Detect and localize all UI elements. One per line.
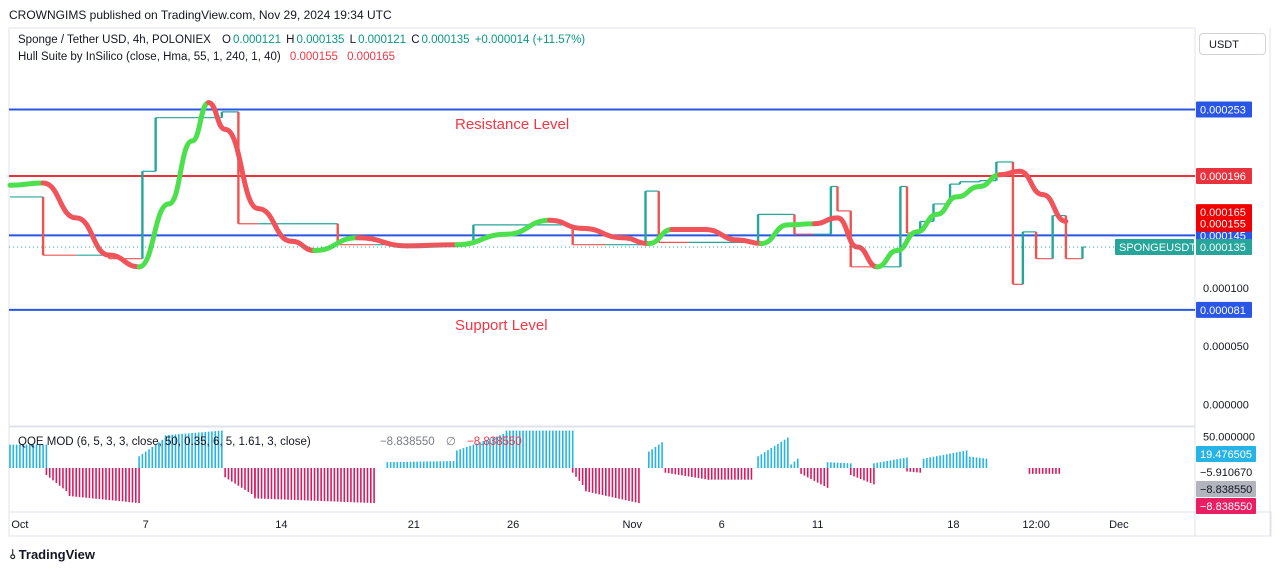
hull-segment <box>189 100 212 144</box>
time-tick: 26 <box>507 519 519 531</box>
chart-canvas[interactable]: 0.0002000.0001000.0000500.0000000.000253… <box>0 0 1281 573</box>
qqe-tick: 50.000000 <box>1203 431 1255 443</box>
qqe-legend[interactable]: QQE MOD (6, 5, 3, 3, close, 50, 0.35, 6,… <box>18 434 524 448</box>
price-label-resistance: 0.000253 <box>1196 101 1252 118</box>
qqe-value-badge-text: 19.476505 <box>1200 449 1252 461</box>
hull-segment <box>758 222 791 247</box>
tradingview-brand: TradingView <box>18 547 95 562</box>
qqe-value-1: −8.838550 <box>379 436 435 448</box>
tradingview-mark-icon: ⫰ <box>10 547 16 562</box>
chart-window: 0.0002000.0001000.0000500.0000000.000253… <box>0 0 1281 573</box>
price-label-red-level: 0.000196 <box>1196 167 1252 184</box>
hull-price-badge-text: 0.000155 <box>1200 219 1246 231</box>
hull-segment <box>222 126 261 212</box>
low-label: L <box>349 34 357 46</box>
hull-segment <box>934 194 960 217</box>
time-tick: 11 <box>812 519 823 531</box>
hull-segment <box>288 238 318 254</box>
qqe-value-badge-text: −8.838550 <box>1200 501 1252 513</box>
qqe-value-badge-text: −8.838550 <box>1200 484 1252 496</box>
low-value: 0.000121 <box>358 34 407 46</box>
hull-segment <box>646 227 675 247</box>
open-label: O <box>222 34 231 46</box>
open-value: 0.000121 <box>233 34 281 46</box>
hull-segment <box>854 244 880 270</box>
resistance-level-label: Resistance Level <box>455 116 570 133</box>
time-tick: 18 <box>947 519 959 531</box>
qqe-value-badge: 19.476505 <box>1196 446 1256 462</box>
hull-legend[interactable]: Hull Suite by InSilico (close, Hma, 55, … <box>18 51 397 63</box>
publish-info: CROWNGIMS published on TradingView.com, … <box>9 8 392 22</box>
last-price-label-text: 0.000135 <box>1200 242 1246 254</box>
currency-button[interactable]: USDT <box>1199 33 1266 55</box>
time-tick: Nov <box>622 519 642 531</box>
hull-value-1: 0.000155 <box>289 51 338 63</box>
hull-segment <box>1040 192 1069 224</box>
hull-segment <box>7 180 46 188</box>
symbol-tag-text: SPONGEUSDT <box>1119 242 1196 254</box>
hull-segment <box>1017 168 1046 198</box>
candles-layer <box>10 111 1087 285</box>
price-tick: 0.000050 <box>1203 341 1249 353</box>
high-value: 0.000135 <box>296 34 345 46</box>
price-tick: 0.000100 <box>1203 283 1249 295</box>
time-tick: 14 <box>275 519 287 531</box>
change-value: +0.000014 (+11.57%) <box>474 34 586 46</box>
close-label: C <box>411 34 420 46</box>
qqe-value-2: −8.838550 <box>467 436 522 448</box>
price-label-red-level-text: 0.000196 <box>1200 171 1246 183</box>
symbol-title: Sponge / Tether USD, 4h, POLONIEX <box>18 34 211 46</box>
last-price-label: 0.000135 <box>1196 239 1252 256</box>
close-value: 0.000135 <box>421 34 470 46</box>
time-tick: 21 <box>408 519 420 531</box>
price-tick: 0.000000 <box>1203 399 1249 411</box>
hull-segment <box>997 168 1023 178</box>
qqe-empty-symbol: ∅ <box>445 436 456 448</box>
symbol-tag: SPONGEUSDT <box>1115 239 1196 256</box>
qqe-value-badge-text: −5.910670 <box>1200 467 1252 479</box>
qqe-value-badge: −8.838550 <box>1196 498 1256 514</box>
time-tick: Dec <box>1109 519 1129 531</box>
hull-segment <box>785 221 817 228</box>
qqe-value-badge: −8.838550 <box>1196 481 1256 497</box>
time-tick: 7 <box>143 519 149 531</box>
hull-segment <box>166 138 195 207</box>
hull-value-2: 0.000165 <box>347 51 396 63</box>
hull-segment <box>73 215 112 258</box>
tradingview-logo[interactable]: ⫰ TradingView <box>10 547 95 563</box>
price-pane-frame <box>8 27 1196 427</box>
time-tick: 6 <box>719 519 725 531</box>
horizontal-levels <box>9 108 1195 311</box>
hull-segment <box>40 180 79 221</box>
price-label-support: 0.000081 <box>1196 301 1252 318</box>
hull-segment <box>504 217 553 237</box>
hull-segment <box>835 215 860 250</box>
hull-segment <box>106 252 142 270</box>
high-label: H <box>286 34 295 46</box>
hull-segment <box>874 248 900 270</box>
hull-indicator-name: Hull Suite by InSilico (close, Hma, 55, … <box>18 51 281 63</box>
price-label-support-text: 0.000081 <box>1200 305 1246 317</box>
hull-segment <box>954 183 983 200</box>
hull-segment <box>811 215 840 227</box>
time-tick: 12:00 <box>1022 519 1050 531</box>
time-tick: Oct <box>11 519 28 531</box>
hull-segment <box>404 242 460 249</box>
qqe-indicator-name: QQE MOD (6, 5, 3, 3, close, 50, 0.35, 6,… <box>18 436 311 448</box>
hull-price-badge: 0.000155 <box>1196 215 1252 232</box>
support-level-label: Support Level <box>455 317 548 334</box>
price-label-resistance-text: 0.000253 <box>1200 105 1246 117</box>
symbol-legend[interactable]: Sponge / Tether USD, 4h, POLONIEX O 0.000… <box>18 34 587 46</box>
qqe-value-badge: −5.910670 <box>1196 464 1256 480</box>
